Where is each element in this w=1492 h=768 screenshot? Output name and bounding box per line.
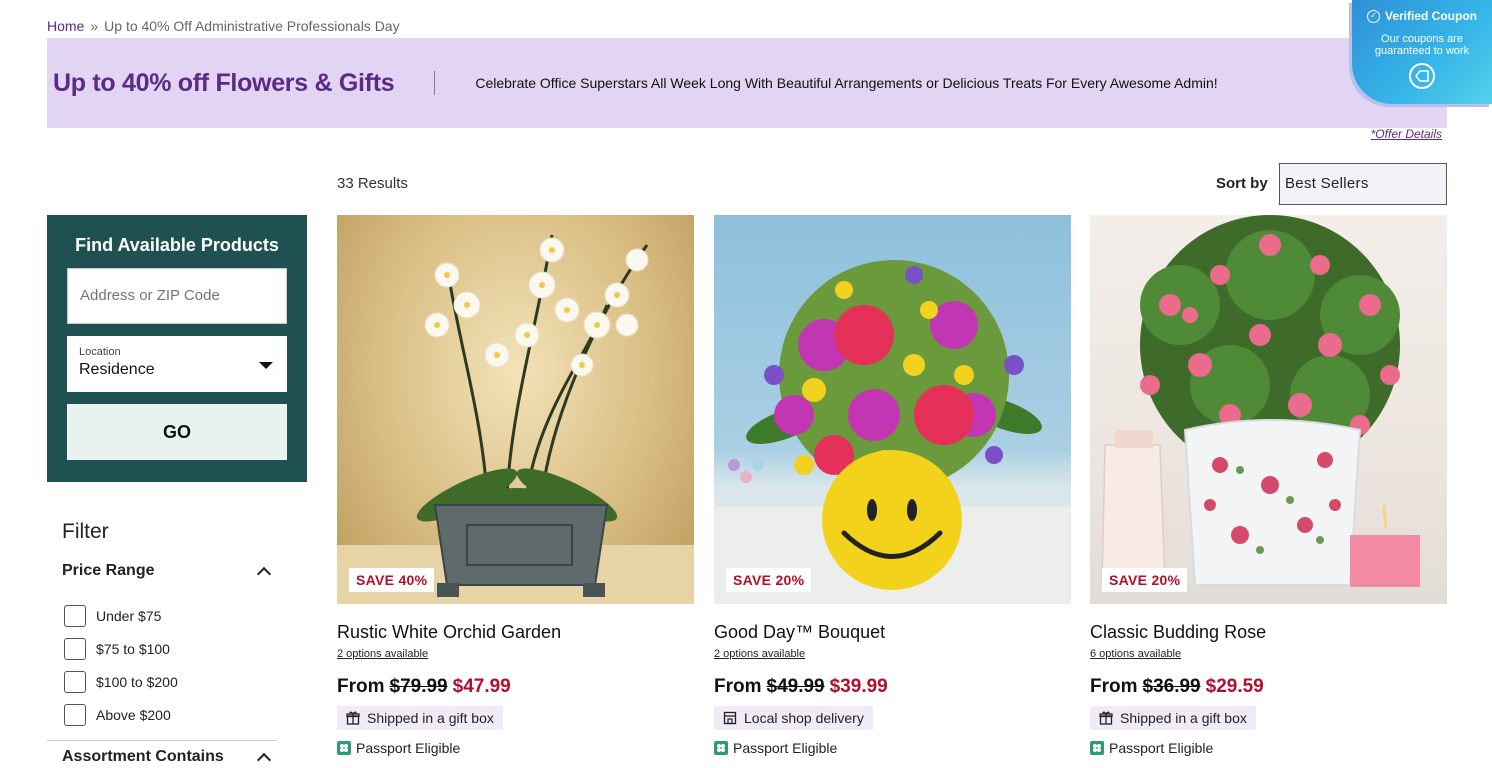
product-name[interactable]: Classic Budding Rose [1090, 622, 1447, 643]
passport-label: Passport Eligible [733, 740, 838, 756]
passport-icon [714, 741, 728, 755]
results-count: 33 Results [337, 175, 408, 192]
verified-coupon-widget[interactable]: ✓ Verified Coupon Our coupons are guaran… [1352, 0, 1492, 104]
gift-box-icon [1099, 711, 1113, 725]
delivery-badge: Shipped in a gift box [337, 706, 503, 730]
price-range-toggle[interactable]: Price Range [62, 562, 272, 581]
breadcrumb-separator: » [90, 18, 99, 34]
original-price: $36.99 [1142, 676, 1201, 697]
delivery-badge: Local shop delivery [714, 706, 873, 730]
checkbox[interactable] [64, 670, 86, 693]
delivery-label: Shipped in a gift box [1120, 710, 1247, 726]
coupon-header: ✓ Verified Coupon [1352, 9, 1492, 23]
passport-icon [1090, 741, 1104, 755]
save-badge: SAVE 20% [1102, 568, 1188, 592]
passport-eligible: Passport Eligible [337, 740, 694, 756]
orchid-illustration [337, 234, 694, 604]
offer-details-link[interactable]: *Offer Details [1371, 127, 1442, 141]
breadcrumb: Home » Up to 40% Off Administrative Prof… [47, 18, 400, 34]
location-select[interactable]: Location Residence [67, 336, 287, 392]
filter-title: Filter [62, 520, 109, 543]
original-price: $49.99 [766, 676, 825, 697]
price-range-options: Under $75 $75 to $100 $100 to $200 Above… [64, 599, 178, 731]
sale-price: $47.99 [452, 676, 511, 697]
options-available-link[interactable]: 2 options available [714, 648, 805, 660]
sort-label: Sort by [1216, 175, 1268, 192]
save-badge: SAVE 20% [726, 568, 812, 592]
banner-title: Up to 40% off Flowers & Gifts [53, 68, 395, 97]
bouquet-illustration [714, 260, 1071, 604]
coupon-badge-icon[interactable] [1409, 63, 1435, 89]
price-option-under-75[interactable]: Under $75 [64, 599, 178, 632]
price-range-label: Price Range [62, 562, 155, 579]
product-image-orchid[interactable]: SAVE 40% [337, 215, 694, 604]
delivery-badge: Shipped in a gift box [1090, 706, 1256, 730]
gift-box-icon [346, 711, 360, 725]
breadcrumb-home-link[interactable]: Home [47, 18, 84, 34]
product-image-good-day-bouquet[interactable]: SAVE 20% [714, 215, 1071, 604]
checkbox[interactable] [64, 604, 86, 627]
passport-eligible: Passport Eligible [714, 740, 1071, 756]
passport-eligible: Passport Eligible [1090, 740, 1447, 756]
rose-plant-illustration [1101, 215, 1420, 587]
passport-icon [337, 741, 351, 755]
caret-down-icon [259, 362, 273, 369]
price-from-label: From [1090, 676, 1138, 697]
passport-label: Passport Eligible [1109, 740, 1214, 756]
price-option-above-200[interactable]: Above $200 [64, 698, 178, 731]
product-card[interactable]: SAVE 20% Classic Budding Rose 6 options … [1090, 215, 1447, 756]
product-price: From $79.99 $47.99 [337, 676, 694, 698]
finder-title: Find Available Products [75, 235, 279, 255]
shop-icon [723, 711, 737, 725]
filter-divider [47, 740, 277, 741]
checkbox[interactable] [64, 637, 86, 660]
assortment-toggle[interactable]: Assortment Contains [62, 748, 272, 767]
chevron-up-icon [256, 752, 272, 767]
price-from-label: From [714, 676, 762, 697]
passport-label: Passport Eligible [356, 740, 461, 756]
assortment-label: Assortment Contains [62, 748, 224, 765]
options-available-link[interactable]: 6 options available [1090, 648, 1181, 660]
product-name[interactable]: Rustic White Orchid Garden [337, 622, 694, 643]
product-image-budding-rose[interactable]: SAVE 20% [1090, 215, 1447, 604]
product-card[interactable]: SAVE 40% Rustic White Orchid Garden 2 op… [337, 215, 694, 756]
delivery-label: Shipped in a gift box [367, 710, 494, 726]
location-label: Location [79, 346, 121, 358]
original-price: $79.99 [389, 676, 448, 697]
price-option-label: $75 to $100 [96, 640, 170, 657]
price-option-label: Above $200 [96, 706, 171, 723]
product-price: From $36.99 $29.59 [1090, 676, 1447, 698]
go-button[interactable]: GO [67, 404, 287, 460]
product-card[interactable]: SAVE 20% Good Day™ Bouquet 2 options ava… [714, 215, 1071, 756]
coupon-title: Verified Coupon [1384, 9, 1477, 23]
product-price: From $49.99 $39.99 [714, 676, 1071, 698]
banner-divider [434, 71, 436, 95]
product-name[interactable]: Good Day™ Bouquet [714, 622, 1071, 643]
sort-select[interactable]: Best Sellers [1279, 163, 1447, 205]
price-option-75-100[interactable]: $75 to $100 [64, 632, 178, 665]
find-products-panel: Find Available Products Location Residen… [47, 215, 307, 482]
banner-text: Celebrate Office Superstars All Week Lon… [475, 75, 1218, 91]
price-option-100-200[interactable]: $100 to $200 [64, 665, 178, 698]
price-from-label: From [337, 676, 385, 697]
save-badge: SAVE 40% [349, 568, 435, 592]
chevron-up-icon [256, 566, 272, 581]
location-value: Residence [79, 361, 155, 378]
price-option-label: $100 to $200 [96, 673, 178, 690]
address-zip-input[interactable] [67, 268, 287, 324]
price-option-label: Under $75 [96, 607, 162, 624]
check-circle-icon: ✓ [1366, 9, 1380, 23]
promo-banner: Up to 40% off Flowers & Gifts Celebrate … [47, 38, 1447, 128]
coupon-subtitle: Our coupons are guaranteed to work [1374, 33, 1470, 57]
sale-price: $29.59 [1205, 676, 1264, 697]
breadcrumb-current: Up to 40% Off Administrative Professiona… [104, 18, 400, 34]
sale-price: $39.99 [829, 676, 888, 697]
checkbox[interactable] [64, 703, 86, 726]
options-available-link[interactable]: 2 options available [337, 648, 428, 660]
delivery-label: Local shop delivery [744, 710, 864, 726]
